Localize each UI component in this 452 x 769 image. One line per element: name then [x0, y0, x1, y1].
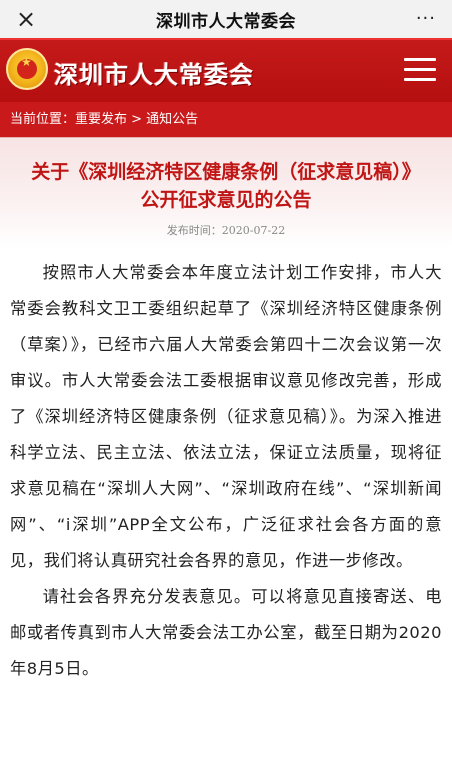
close-icon[interactable]: × — [16, 4, 36, 34]
hamburger-menu-icon[interactable] — [404, 58, 436, 82]
emblem-star: ★ — [21, 55, 32, 69]
publish-date: 发布时间：2020-07-22 — [166, 224, 286, 237]
national-emblem-icon[interactable]: ★ — [6, 48, 48, 90]
article-title-line-1: 关于《深圳经济特区健康条例（征求意见稿）》 — [31, 161, 421, 183]
window-title: 深圳市人大常委会 — [156, 11, 296, 32]
article-title: 关于《深圳经济特区健康条例（征求意见稿）》 公开征求意见的公告 — [0, 158, 452, 214]
site-name-logo[interactable]: 深圳市人大常委会 — [54, 55, 254, 90]
app-top-bar: × 深圳市人大常委会 ··· — [0, 0, 452, 38]
article-body: 按照市人大常委会本年度立法计划工作安排，市人大常委会教科文卫工委组织起草了《深圳… — [10, 255, 442, 687]
article-paragraph-1: 按照市人大常委会本年度立法计划工作安排，市人大常委会教科文卫工委组织起草了《深圳… — [10, 263, 442, 570]
article-title-line-2: 公开征求意见的公告 — [140, 189, 312, 211]
article-paragraph-2: 请社会各界充分发表意见。可以将意见直接寄送、电邮或者传真到市人大常委会法工办公室… — [10, 587, 442, 678]
breadcrumb[interactable]: 当前位置：重要发布 > 通知公告 — [0, 102, 452, 138]
site-header: ★ 深圳市人大常委会 — [0, 38, 452, 102]
more-options-icon[interactable]: ··· — [416, 4, 436, 34]
